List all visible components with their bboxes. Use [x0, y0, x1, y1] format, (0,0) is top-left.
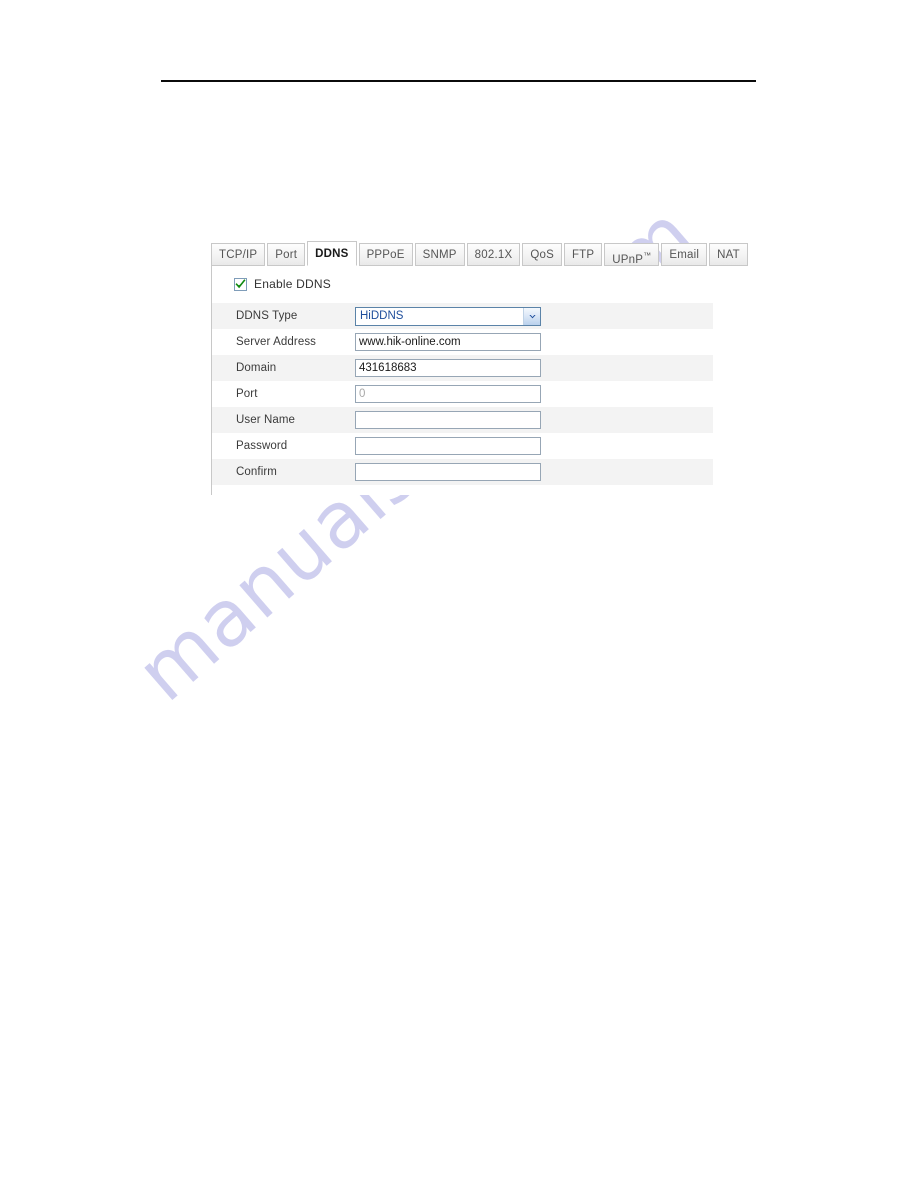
form-row-user-name: User Name — [212, 407, 713, 433]
tab-content-panel: Enable DDNS DDNS Type HiDDNS Server Addres… — [211, 265, 713, 495]
tab-port[interactable]: Port — [267, 243, 306, 266]
tab-snmp[interactable]: SNMP — [414, 243, 465, 266]
field-server-address — [355, 333, 541, 351]
ddns-settings-panel: TCP/IP Port DDNS PPPoE SNMP 802.1X QoS FTP UPnP™… — [211, 241, 748, 495]
field-confirm — [355, 463, 541, 481]
trademark-icon: ™ — [643, 251, 652, 260]
enable-ddns-label: Enable DDNS — [254, 277, 331, 291]
password-input[interactable] — [355, 437, 541, 455]
form-row-port: Port — [212, 381, 713, 407]
form-row-password: Password — [212, 433, 713, 459]
field-ddns-type: HiDDNS — [355, 306, 541, 326]
confirm-input[interactable] — [355, 463, 541, 481]
label-port: Port — [236, 388, 258, 400]
tab-pppoe[interactable]: PPPoE — [358, 243, 413, 266]
tab-email[interactable]: Email — [661, 243, 708, 266]
ddns-type-selected-value: HiDDNS — [360, 309, 404, 322]
form-row-confirm: Confirm — [212, 459, 713, 485]
user-name-input[interactable] — [355, 411, 541, 429]
tab-label: UPnP — [612, 253, 644, 266]
tab-upnp[interactable]: UPnP™ — [604, 243, 660, 266]
tab-802-1x[interactable]: 802.1X — [466, 243, 521, 266]
document-page: manualshive.com TCP/IPPortDDNSPPPoESNMP8… — [0, 0, 918, 1188]
settings-tab-bar: TCP/IP Port DDNS PPPoE SNMP 802.1X QoS FTP UPnP™… — [211, 241, 748, 266]
form-row-server-address: Server Address — [212, 329, 713, 355]
field-port — [355, 385, 541, 403]
tab-nat[interactable]: NAT — [709, 243, 748, 266]
chevron-down-icon[interactable] — [523, 307, 540, 325]
field-user-name — [355, 411, 541, 429]
tab-qos[interactable]: QoS — [522, 243, 562, 266]
ddns-form: DDNS Type HiDDNS Server Address Domain Port U… — [212, 303, 713, 485]
tab-ftp[interactable]: FTP — [563, 243, 603, 266]
field-password — [355, 437, 541, 455]
page-header-rule — [161, 80, 756, 82]
enable-ddns-row[interactable]: Enable DDNS — [212, 265, 713, 303]
domain-input[interactable] — [355, 359, 541, 377]
tab-tcp-ip[interactable]: TCP/IP — [211, 243, 266, 266]
tab-ddns[interactable]: DDNS — [307, 241, 357, 266]
server-address-input[interactable] — [355, 333, 541, 351]
enable-ddns-checkbox[interactable] — [234, 277, 247, 291]
field-domain — [355, 359, 541, 377]
port-input — [355, 385, 541, 403]
label-confirm: Confirm — [236, 466, 277, 478]
form-row-domain: Domain — [212, 355, 713, 381]
form-row-ddns-type: DDNS Type HiDDNS — [212, 303, 713, 329]
ddns-type-select[interactable]: HiDDNS — [355, 306, 541, 326]
label-domain: Domain — [236, 362, 277, 374]
label-ddns-type: DDNS Type — [236, 310, 298, 322]
label-password: Password — [236, 440, 288, 452]
label-server-address: Server Address — [236, 336, 317, 348]
label-user-name: User Name — [236, 414, 296, 426]
checkmark-icon — [235, 278, 246, 288]
